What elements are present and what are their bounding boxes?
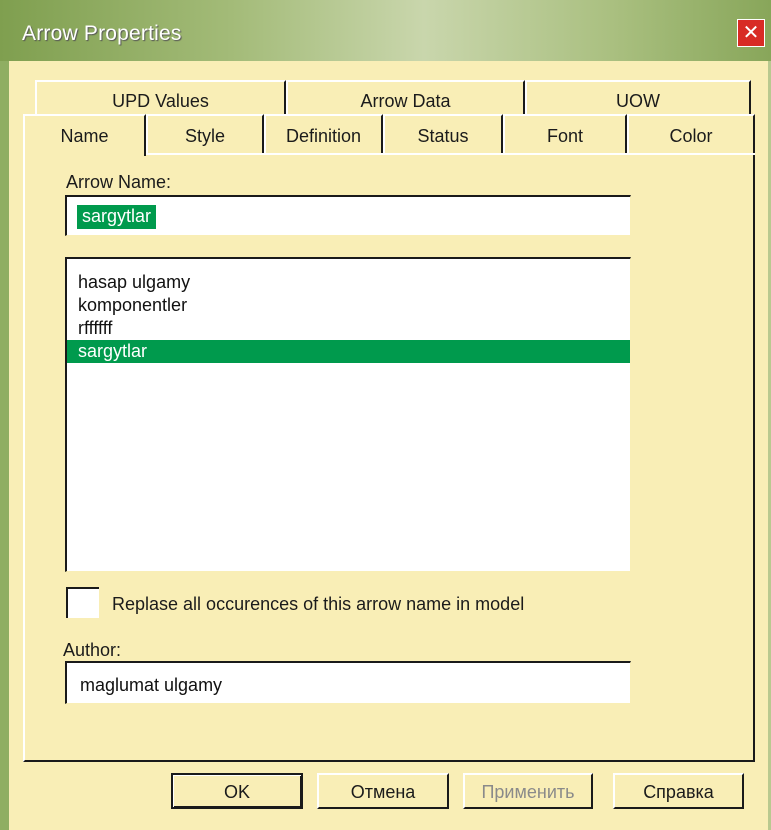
- tab-color[interactable]: Color: [627, 114, 755, 154]
- close-button[interactable]: ✕: [737, 19, 765, 47]
- arrow-names-list[interactable]: hasap ulgamy komponentler rffffff sargyt…: [65, 257, 631, 572]
- list-item[interactable]: rffffff: [67, 317, 630, 340]
- arrow-name-value: sargytlar: [77, 205, 157, 229]
- dialog-title: Arrow Properties: [22, 22, 182, 45]
- author-input[interactable]: maglumat ulgamy: [65, 661, 631, 704]
- list-item[interactable]: hasap ulgamy: [67, 271, 630, 294]
- panel-top-edge: [146, 153, 755, 155]
- tab-uow[interactable]: UOW: [525, 80, 751, 114]
- author-value: maglumat ulgamy: [80, 675, 223, 695]
- tab-upd-values[interactable]: UPD Values: [35, 80, 286, 114]
- cancel-button[interactable]: Отмена: [317, 773, 449, 809]
- close-icon: ✕: [742, 20, 760, 44]
- tab-arrow-data[interactable]: Arrow Data: [286, 80, 525, 114]
- title-bar[interactable]: Arrow Properties ✕: [0, 0, 771, 61]
- help-button[interactable]: Справка: [613, 773, 744, 809]
- tab-font[interactable]: Font: [503, 114, 627, 154]
- replace-all-checkbox[interactable]: [66, 587, 99, 618]
- replace-all-label: Replase all occurences of this arrow nam…: [112, 594, 525, 614]
- tab-status[interactable]: Status: [383, 114, 503, 154]
- list-item-selected[interactable]: sargytlar: [67, 340, 630, 363]
- arrow-name-label: Arrow Name:: [66, 172, 172, 192]
- ok-button[interactable]: OK: [171, 773, 303, 809]
- tab-name[interactable]: Name: [23, 114, 146, 156]
- arrow-name-input[interactable]: sargytlar: [65, 195, 631, 236]
- author-label: Author:: [63, 640, 122, 660]
- list-item[interactable]: komponentler: [67, 294, 630, 317]
- apply-button[interactable]: Применить: [463, 773, 593, 809]
- tab-definition[interactable]: Definition: [264, 114, 383, 154]
- tab-style[interactable]: Style: [146, 114, 264, 154]
